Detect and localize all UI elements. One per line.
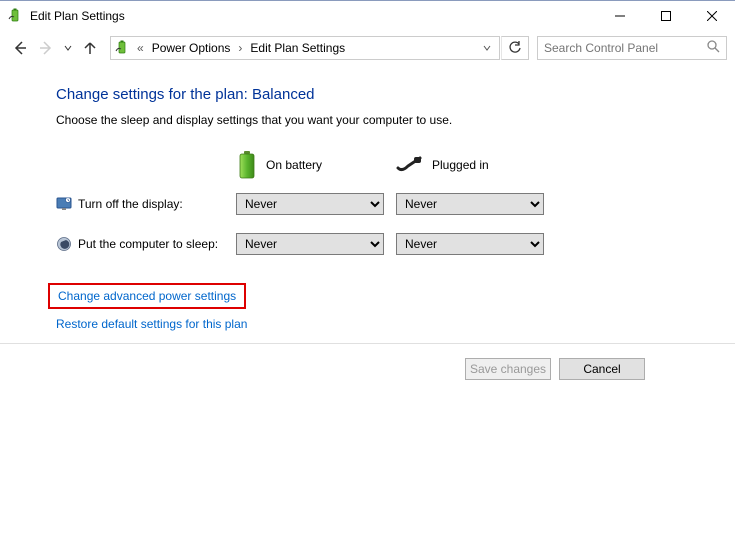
up-button[interactable] [78, 36, 102, 60]
navbar: « Power Options › Edit Plan Settings [0, 30, 735, 66]
button-row: Save changes Cancel [56, 358, 735, 380]
minimize-button[interactable] [597, 1, 643, 31]
battery-icon [236, 151, 258, 179]
search-input[interactable] [544, 41, 707, 55]
advanced-settings-link[interactable]: Change advanced power settings [58, 289, 236, 303]
address-bar[interactable]: « Power Options › Edit Plan Settings [110, 36, 500, 60]
maximize-button[interactable] [643, 1, 689, 31]
sleep-label: Put the computer to sleep: [78, 237, 236, 251]
sleep-icon [56, 236, 72, 252]
search-icon[interactable] [707, 40, 720, 56]
restore-defaults-link[interactable]: Restore default settings for this plan [56, 317, 247, 331]
sleep-row: Put the computer to sleep: Never Never [56, 233, 735, 255]
close-button[interactable] [689, 1, 735, 31]
window-title: Edit Plan Settings [30, 9, 125, 23]
display-label: Turn off the display: [78, 197, 236, 211]
refresh-button[interactable] [501, 36, 529, 60]
breadcrumb-edit-plan[interactable]: Edit Plan Settings [248, 41, 347, 55]
sleep-plugged-select[interactable]: Never [396, 233, 544, 255]
address-dropdown-button[interactable] [479, 41, 495, 55]
power-options-app-icon [8, 8, 24, 24]
on-battery-label: On battery [266, 158, 322, 172]
display-battery-select[interactable]: Never [236, 193, 384, 215]
page-title: Change settings for the plan: Balanced [56, 86, 735, 103]
display-icon [56, 196, 72, 212]
forward-button[interactable] [34, 36, 58, 60]
links-area: Change advanced power settings Restore d… [56, 283, 735, 331]
plugged-in-column-header: Plugged in [396, 154, 556, 176]
divider [0, 343, 735, 344]
power-options-icon [115, 40, 131, 56]
power-modes-header: On battery Plugged in [56, 151, 735, 179]
chevron-left-icon[interactable]: « [135, 41, 146, 55]
sleep-battery-select[interactable]: Never [236, 233, 384, 255]
plug-icon [396, 154, 424, 176]
display-row: Turn off the display: Never Never [56, 193, 735, 215]
display-plugged-select[interactable]: Never [396, 193, 544, 215]
back-button[interactable] [8, 36, 32, 60]
highlight-box: Change advanced power settings [48, 283, 246, 309]
cancel-button[interactable]: Cancel [559, 358, 645, 380]
page-subtext: Choose the sleep and display settings th… [56, 113, 735, 127]
recent-locations-button[interactable] [60, 36, 76, 60]
save-button[interactable]: Save changes [465, 358, 551, 380]
content-area: Change settings for the plan: Balanced C… [0, 66, 735, 380]
chevron-right-icon[interactable]: › [236, 41, 244, 55]
plugged-in-label: Plugged in [432, 158, 489, 172]
search-box[interactable] [537, 36, 727, 60]
titlebar: Edit Plan Settings [0, 0, 735, 30]
on-battery-column-header: On battery [236, 151, 396, 179]
breadcrumb-power-options[interactable]: Power Options [150, 41, 233, 55]
